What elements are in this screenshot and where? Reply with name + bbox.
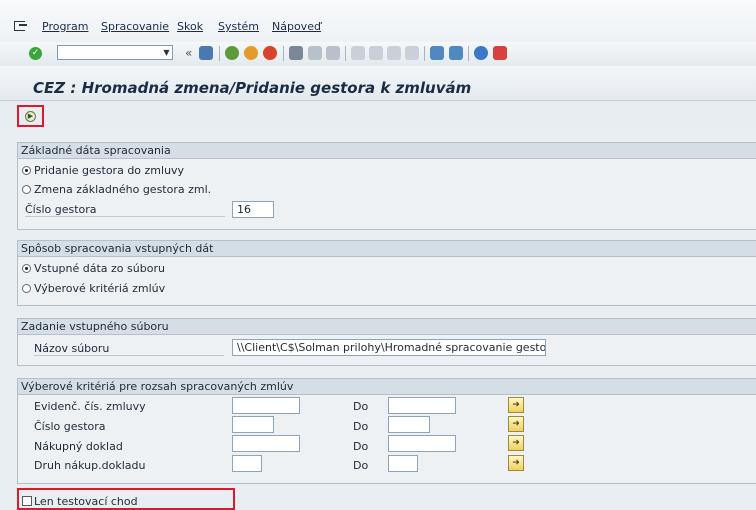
group-title: Základné dáta spracovania	[18, 143, 756, 159]
criteria-label-gestor: Číslo gestora	[34, 420, 106, 433]
group-title: Zadanie vstupného súboru	[18, 319, 756, 335]
find-icon[interactable]	[308, 46, 322, 60]
gestor-label: Číslo gestora	[25, 203, 97, 216]
radio-label: Vstupné dáta zo súboru	[34, 262, 165, 275]
nakupny-to-input[interactable]	[388, 435, 456, 452]
last-page-icon[interactable]	[405, 46, 419, 60]
cancel-icon[interactable]	[263, 46, 277, 60]
menu-program[interactable]: Program	[42, 20, 88, 33]
radio-pridanie-gestora[interactable]	[22, 166, 31, 175]
application-toolbar	[0, 100, 756, 130]
multiple-selection-icon[interactable]: ➜	[508, 435, 524, 451]
shortcut-icon[interactable]	[449, 46, 463, 60]
gestor-input[interactable]: 16	[232, 201, 274, 218]
print-icon[interactable]	[289, 46, 303, 60]
criteria-label-druh: Druh nákup.dokladu	[34, 459, 146, 472]
command-field[interactable]	[57, 45, 173, 60]
exit-icon[interactable]	[14, 21, 27, 31]
gestor-to-input[interactable]	[388, 416, 430, 433]
menu-skok[interactable]: Skok	[177, 20, 203, 33]
toolbar-separator	[468, 46, 469, 61]
multiple-selection-icon[interactable]: ➜	[508, 397, 524, 413]
toolbar-separator	[283, 46, 284, 61]
gestor-from-input[interactable]	[232, 416, 274, 433]
save-icon[interactable]	[199, 46, 213, 60]
test-run-label: Len testovací chod	[34, 495, 138, 508]
do-label: Do	[353, 459, 369, 472]
exit-green-icon[interactable]	[244, 46, 258, 60]
criteria-label-nakupny: Nákupný doklad	[34, 440, 123, 453]
previous-page-icon[interactable]	[369, 46, 383, 60]
toolbar-separator	[219, 46, 220, 61]
evidencne-from-input[interactable]	[232, 397, 300, 414]
command-dropdown-icon[interactable]: ▼	[160, 45, 173, 60]
do-label: Do	[353, 440, 369, 453]
first-page-icon[interactable]	[351, 46, 365, 60]
new-session-icon[interactable]	[430, 46, 444, 60]
label-underline	[34, 355, 224, 356]
menu-spracovanie[interactable]: Spracovanie	[101, 20, 169, 33]
execute-icon[interactable]: ▶	[25, 111, 36, 122]
test-run-checkbox[interactable]	[22, 496, 32, 506]
group-title: Výberové kritériá pre rozsah spracovanýc…	[18, 379, 756, 395]
criteria-label-evidencne: Evidenč. čís. zmluvy	[34, 400, 146, 413]
history-icon[interactable]: «	[185, 46, 192, 60]
enter-icon[interactable]: ✓	[29, 47, 42, 60]
radio-label: Pridanie gestora do zmluvy	[34, 164, 185, 177]
layout-icon[interactable]	[493, 46, 507, 60]
druh-from-input[interactable]	[232, 455, 262, 472]
menu-system[interactable]: Systém	[218, 20, 259, 33]
multiple-selection-icon[interactable]: ➜	[508, 416, 524, 432]
multiple-selection-icon[interactable]: ➜	[508, 455, 524, 471]
toolbar-separator	[345, 46, 346, 61]
page-title: CEZ : Hromadná zmena/Pridanie gestora k …	[33, 79, 472, 97]
radio-label: Výberové kritériá zmlúv	[34, 282, 166, 295]
radio-zmena-gestora[interactable]	[22, 185, 31, 194]
back-icon[interactable]	[225, 46, 239, 60]
druh-to-input[interactable]	[388, 455, 418, 472]
radio-label: Zmena základného gestora zml.	[34, 183, 212, 196]
toolbar-separator	[424, 46, 425, 61]
next-page-icon[interactable]	[387, 46, 401, 60]
group-title: Spôsob spracovania vstupných dát	[18, 241, 756, 257]
do-label: Do	[353, 400, 369, 413]
nakupny-from-input[interactable]	[232, 435, 300, 452]
file-input[interactable]: \\Client\C$\Solman prilohy\Hromadné spra…	[232, 339, 546, 356]
label-underline	[25, 216, 225, 217]
radio-vyberove-kriteria[interactable]	[22, 284, 31, 293]
file-label: Názov súboru	[34, 342, 110, 355]
find-next-icon[interactable]	[326, 46, 340, 60]
menu-napoved[interactable]: Nápoveď	[272, 20, 321, 33]
help-icon[interactable]	[474, 46, 488, 60]
radio-vstupne-data-subor[interactable]	[22, 264, 31, 273]
evidencne-to-input[interactable]	[388, 397, 456, 414]
do-label: Do	[353, 420, 369, 433]
